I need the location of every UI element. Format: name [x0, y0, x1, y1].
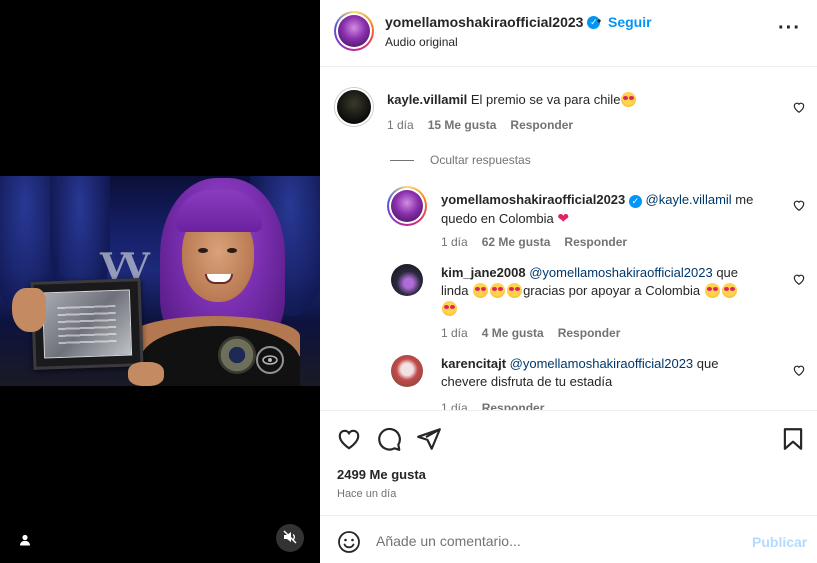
commenter-username[interactable]: kim_jane2008 [441, 265, 526, 280]
watermark-eye-icon [256, 346, 284, 374]
heart-eyes-emoji-icon [721, 283, 737, 298]
comment-body-line2: linda [441, 283, 473, 298]
publish-button[interactable]: Publicar [752, 534, 807, 550]
award-plaque [30, 278, 144, 370]
heart-eyes-emoji-icon [473, 283, 489, 298]
performer-eye [198, 248, 208, 253]
follow-button[interactable]: Seguir [608, 14, 652, 30]
mention-link[interactable]: @yomellamoshakiraofficial2023 [529, 265, 713, 280]
commenter-avatar[interactable] [387, 186, 427, 226]
emoji-picker-icon[interactable] [337, 530, 361, 554]
likes-count[interactable]: 2499 Me gusta [337, 467, 426, 482]
speaker-muted-icon [283, 529, 297, 547]
author-username[interactable]: yomellamoshakiraofficial2023 [385, 14, 583, 30]
commenter-avatar-image [391, 190, 423, 222]
mention-link[interactable]: @yomellamoshakiraofficial2023 [510, 356, 694, 371]
comment-time[interactable]: 1 día [387, 118, 414, 132]
commenter-username[interactable]: kayle.villamil [387, 92, 467, 107]
comment-input[interactable] [376, 529, 736, 553]
author-username-row: yomellamoshakiraofficial2023 ✓ [385, 14, 601, 30]
comment-text: yomellamoshakiraofficial2023 ✓ @kayle.vi… [441, 191, 771, 228]
post-dialog: VV yomellamoshakiraofficial2023 ✓ • Segu… [0, 0, 817, 563]
reply-item: karencitajt @yomellamoshakiraofficial202… [320, 349, 817, 410]
post-timestamp[interactable]: Hace un día [337, 488, 396, 500]
comment-bubble-icon[interactable] [376, 426, 402, 452]
heart-eyes-emoji-icon [507, 283, 523, 298]
like-heart-icon[interactable] [336, 426, 362, 452]
comment-likes[interactable]: 62 Me gusta [482, 235, 551, 249]
stage-logo: VV [100, 246, 150, 288]
comment-body-line2: quedo en Colombia [441, 211, 554, 226]
performer-hand [12, 288, 46, 332]
comment-meta: 1 día Responder [441, 401, 544, 410]
performer-hand [128, 362, 164, 386]
like-comment-heart-icon[interactable] [792, 198, 806, 212]
comment-composer: Publicar [320, 515, 817, 563]
share-send-icon[interactable] [416, 426, 442, 452]
author-avatar-image [338, 15, 370, 47]
divider-line [390, 159, 414, 161]
hide-replies-toggle[interactable]: Ocultar respuestas [390, 153, 531, 167]
medal [218, 336, 256, 374]
plaque-face [41, 289, 133, 359]
reply-button[interactable]: Responder [482, 401, 545, 410]
mute-button[interactable] [276, 524, 304, 552]
like-comment-heart-icon[interactable] [792, 100, 806, 114]
comment-body: que [693, 356, 719, 371]
comment-time[interactable]: 1 día [441, 235, 468, 249]
comments-list[interactable]: kayle.villamil El premio se va para chil… [320, 68, 817, 410]
heart-eyes-emoji-icon [442, 301, 457, 316]
video-frame[interactable]: VV [0, 176, 320, 386]
commenter-avatar[interactable] [391, 264, 423, 296]
comment-time[interactable]: 1 día [441, 401, 468, 410]
reply-button[interactable]: Responder [558, 326, 621, 340]
reply-item: yomellamoshakiraofficial2023 ✓ @kayle.vi… [320, 183, 817, 253]
post-actions: 2499 Me gusta Hace un día [320, 410, 817, 515]
comment-text: karencitajt @yomellamoshakiraofficial202… [441, 355, 771, 391]
comment-body-line2: chevere disfruta de tu estadía [441, 374, 613, 389]
reply-button[interactable]: Responder [564, 235, 627, 249]
reply-button[interactable]: Responder [510, 118, 573, 132]
commenter-username[interactable]: karencitajt [441, 356, 506, 371]
comment-text: kayle.villamil El premio se va para chil… [387, 91, 787, 109]
comment-body: me [731, 192, 754, 207]
audio-label[interactable]: Audio original [385, 35, 458, 49]
comment-meta: 1 día 15 Me gusta Responder [387, 118, 573, 132]
comment-item: kayle.villamil El premio se va para chil… [320, 68, 817, 148]
comment-text: kim_jane2008 @yomellamoshakiraofficial20… [441, 264, 771, 318]
comment-body-line2b: gracias por apoyar a Colombia [523, 283, 704, 298]
hide-replies-label: Ocultar respuestas [430, 153, 531, 167]
red-heart-emoji-icon: ❤ [557, 210, 570, 226]
heart-eyes-emoji-icon [621, 92, 637, 107]
comment-meta: 1 día 62 Me gusta Responder [441, 235, 627, 249]
comment-likes[interactable]: 4 Me gusta [482, 326, 544, 340]
plaque-engraving [57, 304, 117, 347]
mention-link[interactable]: @kayle.villamil [646, 192, 732, 207]
like-comment-heart-icon[interactable] [792, 272, 806, 286]
commenter-username[interactable]: yomellamoshakiraofficial2023 [441, 192, 625, 207]
heart-eyes-emoji-icon [490, 283, 506, 298]
comment-meta: 1 día 4 Me gusta Responder [441, 326, 620, 340]
commenter-avatar[interactable] [391, 355, 423, 387]
comment-body: que [712, 265, 739, 280]
like-comment-heart-icon[interactable] [792, 363, 806, 377]
tagged-users-button[interactable] [14, 530, 36, 552]
post-header: yomellamoshakiraofficial2023 ✓ • Seguir … [320, 0, 817, 67]
comment-body: El premio se va para chile [470, 92, 621, 107]
video-player[interactable]: VV [0, 0, 320, 563]
verified-badge-icon: ✓ [628, 194, 642, 208]
comment-likes[interactable]: 15 Me gusta [428, 118, 497, 132]
post-details-panel: yomellamoshakiraofficial2023 ✓ • Seguir … [320, 0, 817, 563]
commenter-avatar[interactable] [335, 88, 373, 126]
header-separator: • [597, 14, 602, 28]
performer-eye [227, 248, 237, 253]
author-avatar[interactable] [334, 11, 374, 51]
save-bookmark-icon[interactable] [780, 426, 806, 452]
comment-time[interactable]: 1 día [441, 326, 468, 340]
heart-eyes-emoji-icon [704, 283, 720, 298]
user-icon [19, 534, 31, 549]
reply-item: kim_jane2008 @yomellamoshakiraofficial20… [320, 258, 817, 348]
more-options-icon[interactable]: ··· [778, 18, 802, 42]
